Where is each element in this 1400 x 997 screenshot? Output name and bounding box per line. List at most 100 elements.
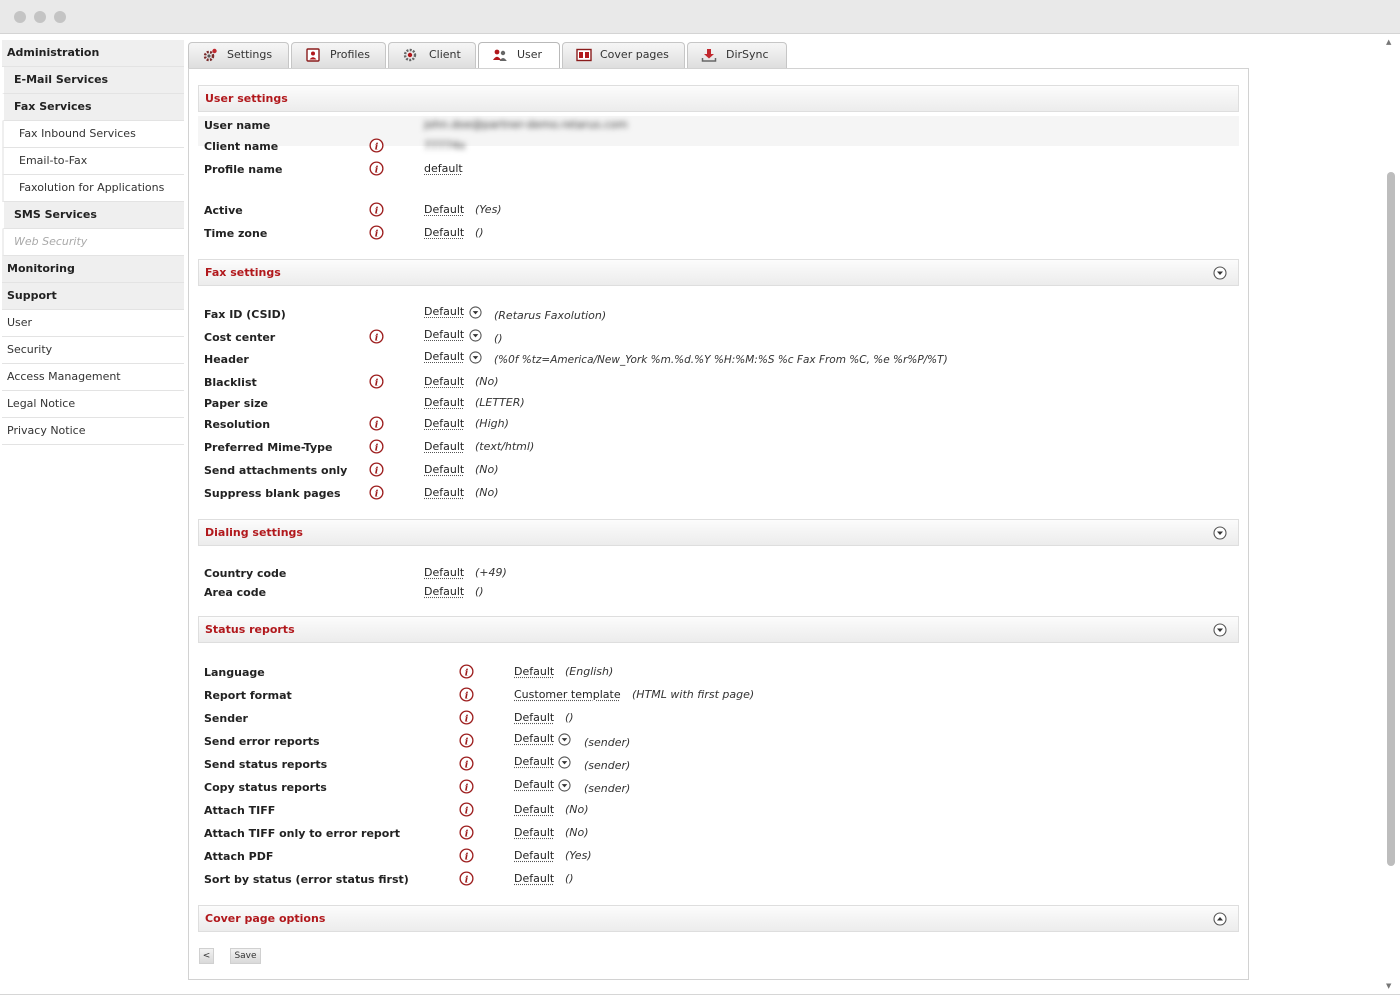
info-icon[interactable]: i [369,439,384,454]
info-icon[interactable]: i [459,733,474,748]
field-label: Resolution [204,418,271,431]
country-code-value-link[interactable]: Default [424,566,464,579]
sidebar-item-security[interactable]: Security [2,337,184,364]
svg-text:i: i [375,205,379,216]
sidebar-item-monitoring[interactable]: Monitoring [2,256,184,283]
info-icon[interactable]: i [369,462,384,477]
dropdown-icon[interactable] [469,329,482,342]
info-icon[interactable]: i [459,802,474,817]
send-error-reports-value-link[interactable]: Default [514,732,554,745]
scroll-up-arrow-icon[interactable]: ▲ [1386,38,1391,46]
info-icon[interactable]: i [369,329,384,344]
profile-name-link[interactable]: default [424,162,463,175]
info-icon[interactable]: i [369,202,384,217]
section-dialing-settings: Dialing settings [198,519,1239,546]
sidebar-item-user[interactable]: User [2,310,184,337]
tab-label: Settings [227,48,273,61]
window-zoom-button[interactable] [54,11,66,23]
sidebar-item-sms-services[interactable]: SMS Services [2,202,184,229]
sidebar-item-email-to-fax[interactable]: Email-to-Fax [2,148,184,175]
window-minimize-button[interactable] [34,11,46,23]
sender-value-link[interactable]: Default [514,711,554,724]
report-format-value-link[interactable]: Customer template [514,688,621,701]
sidebar-item-faxolution-for-applications[interactable]: Faxolution for Applications [2,175,184,202]
area-code-value-link[interactable]: Default [424,585,464,598]
sidebar-item-privacy-notice[interactable]: Privacy Notice [2,418,184,445]
info-icon[interactable]: i [459,779,474,794]
scrollbar-thumb[interactable] [1387,172,1395,866]
info-icon[interactable]: i [459,825,474,840]
info-icon[interactable]: i [369,138,384,153]
header-value-link[interactable]: Default [424,350,464,363]
sidebar-item-legal-notice[interactable]: Legal Notice [2,391,184,418]
fax-id-value-link[interactable]: Default [424,305,464,318]
sort-by-status-value-link[interactable]: Default [514,872,554,885]
collapse-toggle-icon[interactable] [1213,623,1227,637]
dropdown-icon[interactable] [558,779,571,792]
attach-tiff-error-value-link[interactable]: Default [514,826,554,839]
attach-tiff-effective-value: (No) [565,803,589,816]
tab-settings[interactable]: Settings [188,42,289,68]
info-icon[interactable]: i [369,161,384,176]
svg-text:i: i [465,782,469,793]
send-attachments-value-link[interactable]: Default [424,463,464,476]
section-title: Fax settings [205,266,281,279]
tab-cover-pages[interactable]: Cover pages [562,42,685,68]
blacklist-value-link[interactable]: Default [424,375,464,388]
tab-client[interactable]: Client [388,42,476,68]
header-effective-value: (%0f %tz=America/New_York %m.%d.%Y %H:%M… [494,354,948,366]
field-label: Paper size [204,397,268,410]
info-icon[interactable]: i [459,756,474,771]
collapse-toggle-icon[interactable] [1213,266,1227,280]
user-name-value: john.doe@partner-demo.retarus.com [424,118,628,131]
info-icon[interactable]: i [459,871,474,886]
language-value-link[interactable]: Default [514,665,554,678]
info-icon[interactable]: i [459,848,474,863]
collapse-toggle-icon[interactable] [1213,526,1227,540]
sidebar-item-access-management[interactable]: Access Management [2,364,184,391]
info-icon[interactable]: i [369,416,384,431]
scroll-down-arrow-icon[interactable]: ▼ [1386,982,1391,990]
info-icon[interactable]: i [459,664,474,679]
info-icon[interactable]: i [369,225,384,240]
copy-status-reports-value-link[interactable]: Default [514,778,554,791]
dropdown-icon[interactable] [469,306,482,319]
cost-center-value-link[interactable]: Default [424,328,464,341]
info-icon[interactable]: i [459,710,474,725]
tab-profiles[interactable]: Profiles [291,42,386,68]
dropdown-icon[interactable] [558,756,571,769]
section-title: User settings [205,92,288,105]
sidebar-item-web-security[interactable]: Web Security [2,229,184,256]
sidebar-item-fax-services[interactable]: Fax Services [2,94,184,121]
tab-user[interactable]: User [478,42,560,69]
sidebar-item-support[interactable]: Support [2,283,184,310]
tab-dirsync[interactable]: DirSync [687,42,787,68]
svg-text:i: i [375,419,379,430]
svg-text:i: i [465,667,469,678]
info-icon[interactable]: i [369,485,384,500]
expand-toggle-icon[interactable] [1213,912,1227,926]
dropdown-icon[interactable] [558,733,571,746]
window-close-button[interactable] [14,11,26,23]
info-icon[interactable]: i [459,687,474,702]
sort-by-status-effective-value: () [565,872,574,885]
info-icon[interactable]: i [369,374,384,389]
sidebar-item-administration[interactable]: Administration [2,40,184,67]
mime-type-value-link[interactable]: Default [424,440,464,453]
sidebar-item-fax-inbound-services[interactable]: Fax Inbound Services [2,121,184,148]
paper-size-value-link[interactable]: Default [424,396,464,409]
dropdown-icon[interactable] [469,351,482,364]
client-name-value: 77774x [424,139,466,152]
save-button[interactable]: Save [230,948,261,964]
sidebar-item-email-services[interactable]: E-Mail Services [2,67,184,94]
time-zone-value-link[interactable]: Default [424,226,464,239]
send-status-reports-value-link[interactable]: Default [514,755,554,768]
suppress-blank-value-link[interactable]: Default [424,486,464,499]
time-zone-effective-value: () [475,226,484,239]
attach-tiff-value-link[interactable]: Default [514,803,554,816]
language-effective-value: (English) [565,665,614,678]
attach-pdf-value-link[interactable]: Default [514,849,554,862]
back-button[interactable]: < [199,948,214,964]
active-value-link[interactable]: Default [424,203,464,216]
resolution-value-link[interactable]: Default [424,417,464,430]
